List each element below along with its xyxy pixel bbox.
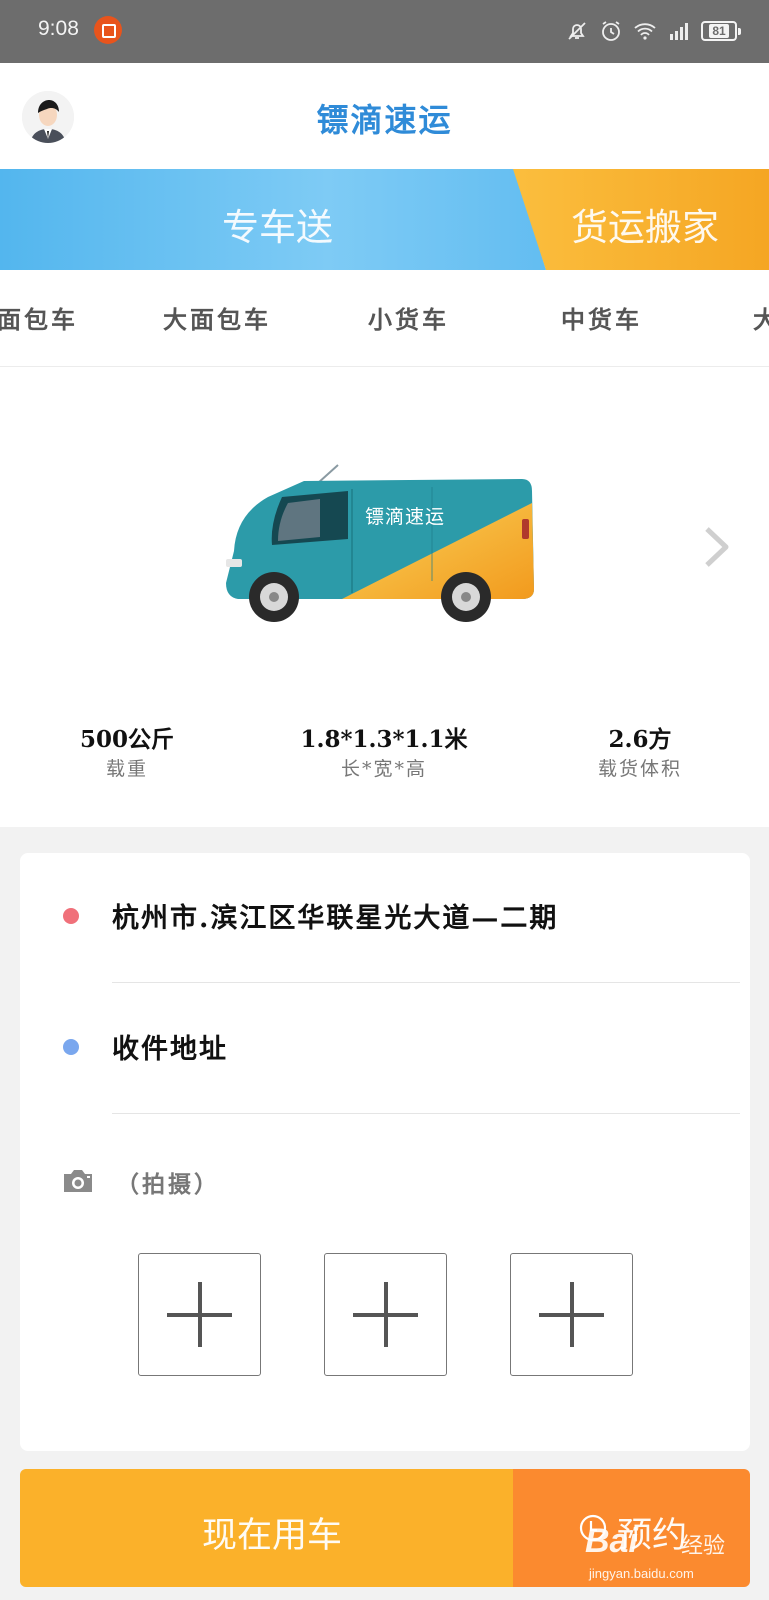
add-photo-button[interactable] [510, 1253, 633, 1376]
status-time: 9:08 [38, 17, 79, 40]
delivery-dot-icon [63, 1039, 79, 1055]
signal-icon [670, 23, 688, 40]
pickup-dot-icon [63, 908, 79, 924]
spec-load-label: 载重 [105, 758, 148, 780]
spec-volume: 2.6方 载货体积 [530, 720, 750, 781]
watermark-url: jingyan.baidu.com [589, 1566, 694, 1581]
app-title: 镖滴速运 [316, 101, 453, 139]
order-card: 杭州市.滨江区华联星光大道—二期 收件地址 （拍摄） [20, 853, 750, 1451]
delivery-address-field[interactable]: 收件地址 [112, 1027, 228, 1066]
spec-dimensions: 1.8*1.3*1.1米 长*宽*高 [274, 720, 494, 781]
vehicle-type-tabs: 面包车 大面包车 小货车 中货车 大 [0, 270, 769, 367]
spec-dimensions-label: 长*宽*高 [340, 758, 427, 780]
divider [112, 1113, 740, 1114]
tab-moving-label: 货运搬家 [571, 206, 719, 249]
screenshot-app-icon [94, 16, 122, 44]
spec-volume-value: 2.6方 [608, 726, 672, 753]
battery-level: 81 [709, 24, 729, 38]
tab-dedicated-delivery-label: 专车送 [222, 206, 333, 249]
vehicle-panel: 镖滴速运 500公斤 载重 1.8*1.3*1.1米 长*宽*高 2.6方 载货… [0, 367, 769, 827]
van-image: 镖滴速运 [226, 464, 534, 622]
spec-load-value: 500公斤 [79, 726, 174, 753]
app-header: 镖滴速运 [0, 63, 769, 169]
mute-icon [568, 22, 586, 40]
van-brand-text: 镖滴速运 [365, 506, 445, 528]
camera-icon[interactable] [62, 1168, 94, 1194]
watermark-brand: Bai [585, 1522, 638, 1560]
wifi-icon [634, 23, 656, 40]
divider [112, 982, 740, 983]
vehicle-tab-large-truck[interactable]: 大 [753, 300, 769, 335]
vehicle-tab-medium-truck[interactable]: 中货车 [561, 300, 642, 335]
spec-dimensions-value: 1.8*1.3*1.1米 [300, 726, 468, 753]
use-car-now-button[interactable]: 现在用车 [20, 1469, 513, 1587]
vehicle-tab-small-truck[interactable]: 小货车 [368, 300, 449, 335]
mode-tabs: 专车送 货运搬家 [0, 169, 769, 270]
battery-icon: 81 [701, 21, 741, 41]
spec-volume-label: 载货体积 [597, 758, 682, 780]
watermark-suffix: 经验 [681, 1534, 726, 1559]
status-icons: 81 [565, 16, 741, 46]
add-photo-button[interactable] [324, 1253, 447, 1376]
pickup-address[interactable]: 杭州市.滨江区华联星光大道—二期 [112, 896, 558, 935]
baidu-jingyan-watermark: Bai 经验 jingyan.baidu.com [585, 1522, 735, 1584]
status-bar: 9:08 81 [0, 0, 769, 63]
photo-hint: （拍摄） [116, 1171, 220, 1198]
vehicle-tab-van[interactable]: 面包车 [0, 300, 78, 335]
alarm-icon [602, 21, 620, 41]
vehicle-tab-large-van[interactable]: 大面包车 [163, 300, 271, 335]
use-car-now-label: 现在用车 [202, 1516, 343, 1556]
add-photo-button[interactable] [138, 1253, 261, 1376]
next-vehicle-chevron-icon[interactable] [702, 525, 732, 569]
spec-load: 500公斤 载重 [17, 720, 237, 781]
